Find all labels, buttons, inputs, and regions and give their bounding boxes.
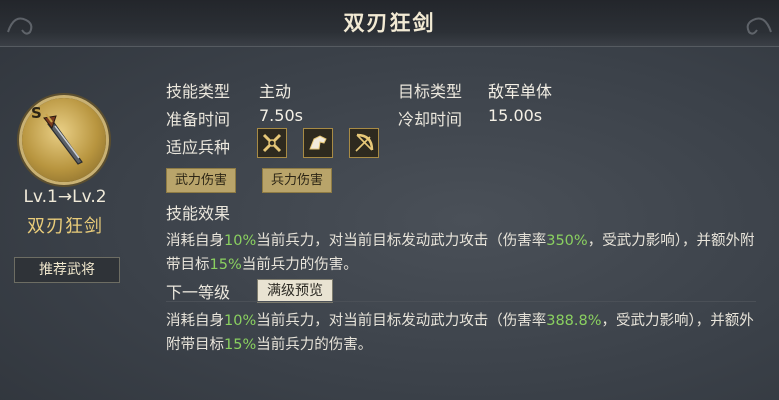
level-arrow: → [57, 187, 73, 207]
cavalry-icon[interactable] [303, 128, 333, 158]
next-cost: 10% [224, 313, 257, 329]
effect-extra: 15% [209, 257, 242, 273]
crossed-swords-icon[interactable] [257, 128, 287, 158]
effect-cost: 10% [224, 233, 257, 249]
damage-tag-troop: 兵力伤害 [262, 168, 333, 193]
cloud-ornament-icon [746, 17, 772, 35]
target-type-value: 敌军单体 [488, 82, 553, 101]
skill-grade-badge: S [31, 104, 42, 122]
cooldown-value: 15.00s [488, 106, 543, 125]
prep-time-label: 准备时间 [166, 110, 231, 129]
next-rate: 388.8% [546, 313, 602, 329]
next-text: 当前兵力的伤害。 [256, 337, 373, 353]
archer-bow-icon[interactable] [349, 128, 379, 158]
effect-rate: 350% [546, 233, 588, 249]
cooldown-label: 冷却时间 [398, 110, 463, 129]
next-text: 当前兵力，对当前目标发动武力攻击（伤害率 [256, 313, 547, 329]
skill-detail-panel: 双刃狂剑 S Lv.1→Lv.2 双刃狂剑 推荐武将 技能类型 主动 目标类型 … [0, 0, 779, 400]
effect-text: 当前兵力的伤害。 [241, 257, 358, 273]
page-title: 双刃狂剑 [343, 11, 436, 35]
effect-label: 技能效果 [166, 204, 231, 223]
panel-header: 双刃狂剑 [0, 0, 779, 47]
twin-blade-sword-icon: S [22, 98, 106, 182]
level-current: Lv.1 [23, 187, 58, 207]
next-extra: 15% [224, 337, 257, 353]
level-next: Lv.2 [72, 187, 107, 207]
skill-name: 双刃狂剑 [27, 216, 103, 237]
prep-time-value: 7.50s [259, 106, 303, 125]
divider [166, 301, 756, 302]
damage-tag-force: 武力伤害 [166, 168, 237, 193]
effect-text: 当前兵力，对当前目标发动武力攻击（伤害率 [256, 233, 547, 249]
effect-text: 消耗自身 [166, 233, 224, 249]
max-level-preview-button[interactable]: 满级预览 [257, 279, 333, 303]
next-text: 消耗自身 [166, 313, 224, 329]
effect-description: 消耗自身10%当前兵力，对当前目标发动武力攻击（伤害率350%，受武力影响），并… [166, 229, 766, 277]
troop-type-label: 适应兵种 [166, 138, 231, 157]
skill-type-value: 主动 [259, 82, 292, 101]
recommend-general-button[interactable]: 推荐武将 [14, 257, 120, 283]
next-level-description: 消耗自身10%当前兵力，对当前目标发动武力攻击（伤害率388.8%，受武力影响）… [166, 309, 766, 357]
skill-type-label: 技能类型 [166, 82, 231, 101]
level-progress: Lv.1→Lv.2 [0, 187, 130, 207]
target-type-label: 目标类型 [398, 82, 463, 101]
next-level-label: 下一等级 [166, 283, 231, 302]
